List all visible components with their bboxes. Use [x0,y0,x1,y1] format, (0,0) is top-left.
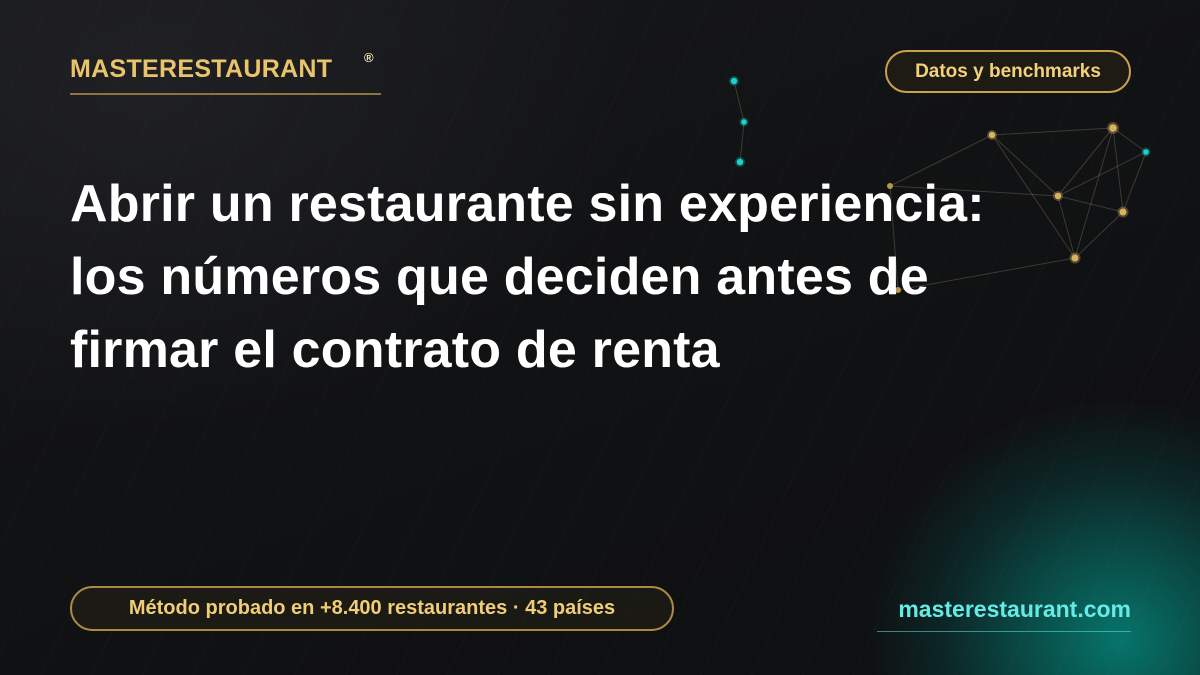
headline-line-1: Abrir un restaurante sin experiencia: [70,175,985,233]
registered-mark: ® [364,50,374,65]
headline: Abrir un restaurante sin experiencia: lo… [70,168,1130,387]
category-badge-label: Datos y benchmarks [915,60,1101,82]
headline-line-3: firmar el contrato de renta [70,321,720,379]
website-url[interactable]: masterestaurant.com [898,596,1131,622]
category-badge: Datos y benchmarks [885,50,1131,93]
proof-badge: Método probado en +8.400 restaurantes · … [70,586,674,631]
brand-logo: MASTERESTAURANT ® [70,50,381,95]
brand-name: MASTERESTAURANT [70,55,333,83]
proof-badge-label: Método probado en +8.400 restaurantes · … [128,597,616,619]
headline-line-2: los números que deciden antes de [70,248,929,306]
website-link[interactable]: masterestaurant.com [877,596,1131,632]
